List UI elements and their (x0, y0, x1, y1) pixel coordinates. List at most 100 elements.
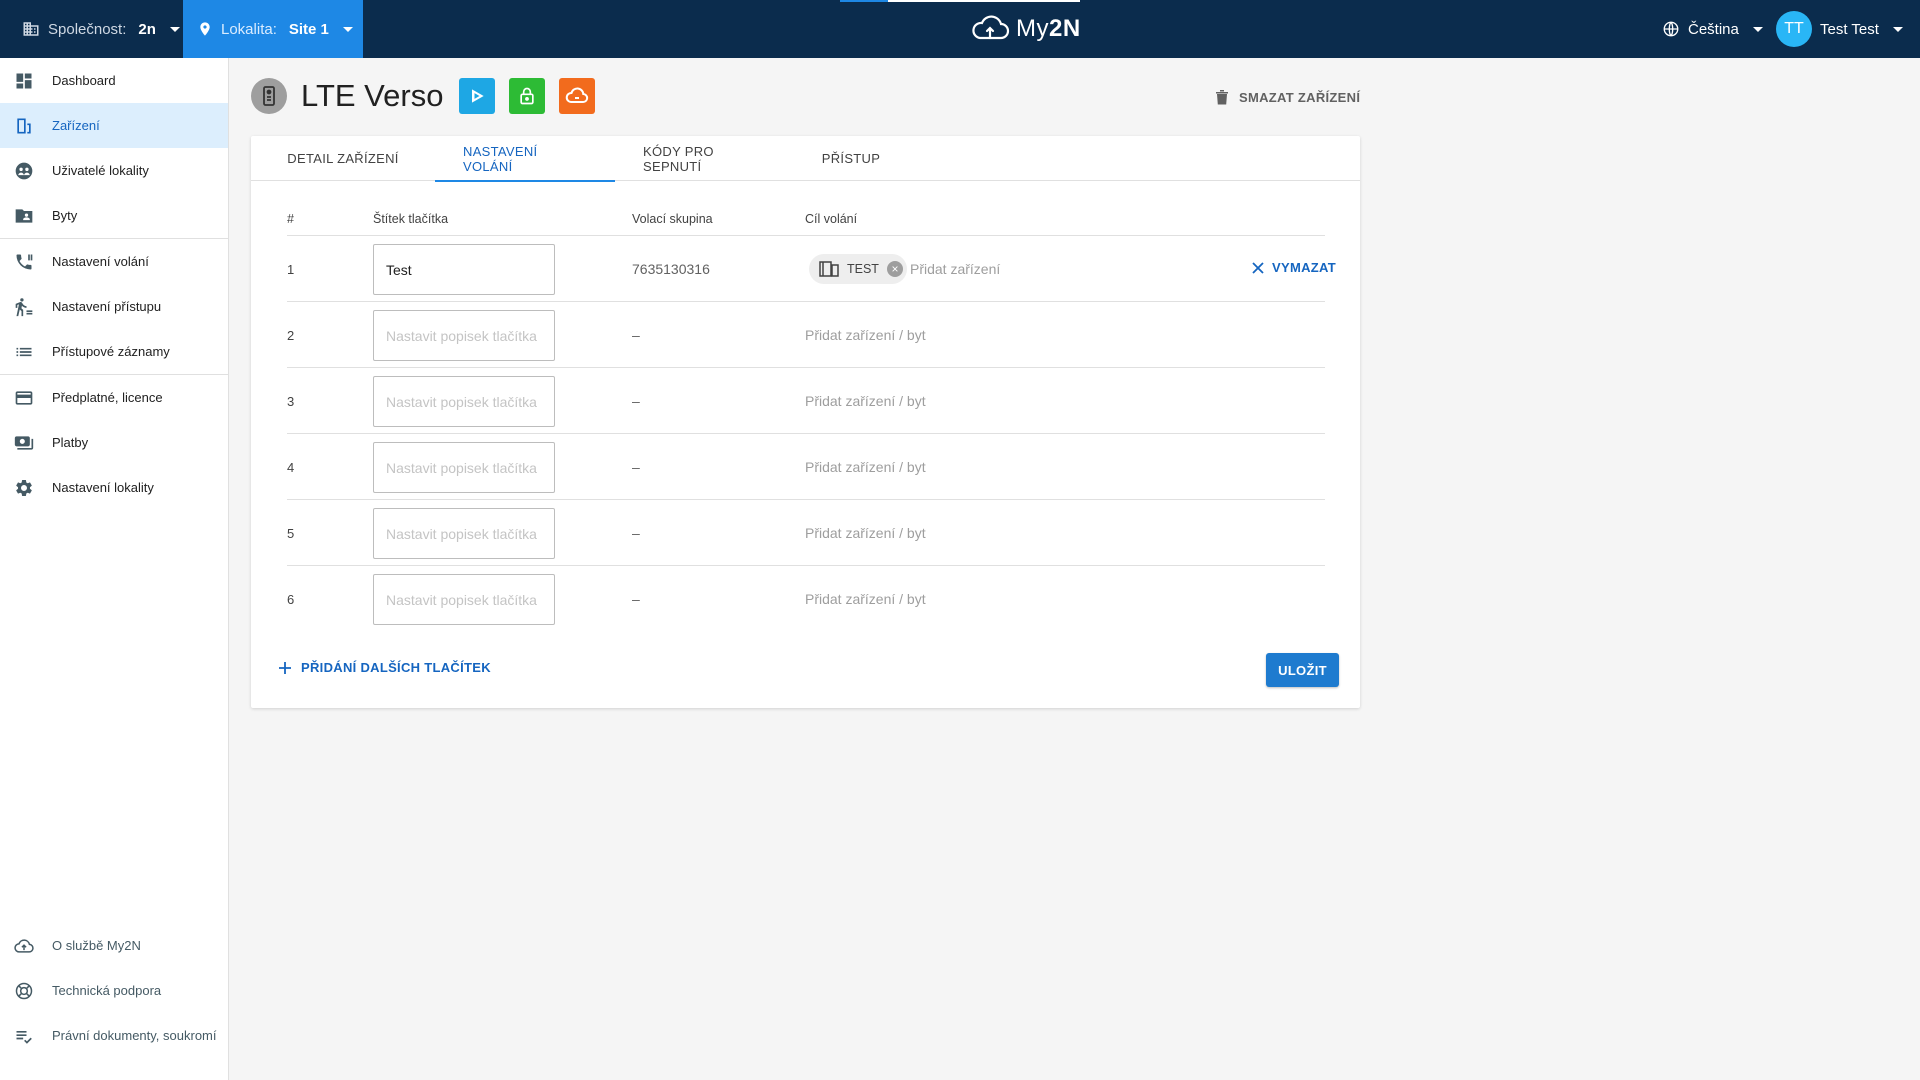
page-header: LTE Verso (251, 78, 596, 114)
call-group-value: – (632, 591, 640, 607)
loading-bar-segment (840, 0, 888, 2)
device-chip[interactable]: TEST × (809, 254, 907, 284)
apartments-icon (15, 208, 33, 223)
sidebar-item-call-settings[interactable]: Nastavení volání (0, 239, 228, 284)
company-label: Společnost: (48, 20, 127, 38)
cloud-icon (566, 87, 589, 103)
cloud-logo-icon (972, 15, 1010, 40)
table-row: 2 – Přidat zařízení / byt (287, 302, 1325, 368)
lock-icon (520, 87, 535, 105)
legal-icon (16, 1030, 32, 1044)
add-more-label: PŘIDÁNÍ DALŠÍCH TLAČÍTEK (301, 660, 491, 675)
device-chip-label: TEST (847, 262, 879, 276)
button-label-input[interactable] (373, 508, 555, 559)
remove-chip-icon[interactable]: × (886, 261, 903, 277)
call-group-value: – (632, 393, 640, 409)
language-label: Čeština (1688, 20, 1739, 38)
add-target-input[interactable]: Přidat zařízení / byt (805, 393, 926, 409)
save-button[interactable]: ULOŽIT (1266, 653, 1339, 687)
user-menu[interactable]: TT Test Test (1776, 0, 1903, 58)
table-row: 5 – Přidat zařízení / byt (287, 500, 1325, 566)
tab-device-detail[interactable]: DETAIL ZAŘÍZENÍ (251, 136, 435, 181)
language-selector[interactable]: Čeština (1662, 0, 1763, 58)
button-label-input[interactable] (373, 442, 555, 493)
sidebar-item-label: Předplatné, licence (52, 390, 163, 405)
sidebar-item-access-settings[interactable]: Nastavení přístupu (0, 284, 228, 329)
status-badge-lock[interactable] (509, 78, 546, 114)
site-selector[interactable]: Lokalita: Site 1 (183, 0, 363, 58)
dashboard-icon (16, 73, 32, 88)
sidebar-item-label: Nastavení volání (52, 254, 149, 269)
tab-access[interactable]: PŘÍSTUP (793, 136, 909, 181)
add-target-input[interactable]: Přidat zařízení / byt (805, 459, 926, 475)
sidebar-item-label: Platby (52, 435, 89, 450)
sidebar-item-access-logs[interactable]: Přístupové záznamy (0, 329, 228, 374)
sidebar-item-support[interactable]: Technická podpora (0, 968, 229, 1013)
clear-button-label: VYMAZAT (1272, 260, 1336, 275)
logo-text-2n: 2N (1049, 15, 1081, 42)
company-value: 2n (138, 20, 156, 38)
sidebar-item-label: O službě My2N (52, 938, 141, 953)
add-target-input[interactable]: Přidat zařízení / byt (805, 525, 926, 541)
sidebar-item-label: Zařízení (52, 118, 100, 133)
table-row: 4 – Přidat zařízení / byt (287, 434, 1325, 500)
sidebar-item-about[interactable]: O službě My2N (0, 923, 229, 968)
row-number: 5 (287, 526, 295, 541)
cloud-icon (14, 938, 34, 953)
button-label-input[interactable] (373, 244, 555, 295)
tab-call-settings[interactable]: NASTAVENÍ VOLÁNÍ (435, 136, 615, 182)
sidebar-item-dashboard[interactable]: Dashboard (0, 58, 228, 103)
tab-bar: DETAIL ZAŘÍZENÍ NASTAVENÍ VOLÁNÍ KÓDY PR… (251, 136, 1360, 182)
sidebar-item-devices[interactable]: Zařízení (0, 103, 228, 148)
building-icon (23, 22, 39, 36)
row-number: 2 (287, 328, 295, 343)
add-device-input[interactable]: Přidat zařízení (910, 261, 1000, 277)
sidebar-item-apartments[interactable]: Byty (0, 193, 228, 238)
row-number: 6 (287, 592, 295, 607)
top-bar: Společnost: 2n Lokalita: Site 1 My2N Češ… (0, 0, 1920, 58)
page-title: LTE Verso (301, 78, 444, 113)
status-badge-cloud[interactable] (559, 78, 596, 114)
my2n-logo[interactable]: My2N (970, 0, 1081, 58)
sidebar-item-payments[interactable]: Platby (0, 420, 228, 465)
phone-settings-icon (16, 254, 33, 269)
chevron-down-icon (342, 26, 353, 32)
clear-button[interactable]: VYMAZAT (1252, 260, 1336, 275)
card-icon (15, 390, 33, 405)
button-label-input[interactable] (373, 376, 555, 427)
sidebar-item-label: Nastavení lokality (52, 480, 154, 495)
company-selector[interactable]: Společnost: 2n (0, 0, 183, 58)
payments-icon (14, 435, 34, 450)
sidebar-item-label: Uživatelé lokality (52, 163, 149, 178)
tab-switch-codes[interactable]: KÓDY PRO SEPNUTÍ (615, 136, 793, 181)
sidebar-item-legal[interactable]: Právní dokumenty, soukromí (0, 1013, 229, 1058)
table-row: 6 – Přidat zařízení / byt (287, 566, 1325, 632)
add-more-buttons-button[interactable]: PŘIDÁNÍ DALŠÍCH TLAČÍTEK (279, 660, 491, 675)
delete-device-label: SMAZAT ZAŘÍZENÍ (1239, 89, 1361, 105)
col-header-group: Volací skupina (632, 212, 713, 226)
sidebar-item-label: Právní dokumenty, soukromí (52, 1028, 217, 1043)
sidebar-item-site-users[interactable]: Uživatelé lokality (0, 148, 228, 193)
sidebar-item-label: Technická podpora (52, 983, 162, 998)
add-target-input[interactable]: Přidat zařízení / byt (805, 327, 926, 343)
close-icon (1252, 261, 1264, 274)
sidebar-item-site-settings[interactable]: Nastavení lokality (0, 465, 228, 510)
sidebar-item-label: Přístupové záznamy (52, 344, 170, 359)
row-number: 3 (287, 394, 295, 409)
button-label-input[interactable] (373, 574, 555, 625)
sidebar-item-subscription[interactable]: Předplatné, licence (0, 375, 228, 420)
status-badge-play[interactable] (459, 78, 496, 114)
device-icon (17, 118, 31, 133)
buttons-table: # Štítek tlačítka Volací skupina Cíl vol… (287, 200, 1336, 632)
row-number: 1 (287, 262, 295, 277)
col-header-label: Štítek tlačítka (373, 212, 449, 226)
chevron-down-icon (1752, 26, 1763, 32)
col-header-target: Cíl volání (805, 212, 858, 226)
delete-device-button[interactable]: SMAZAT ZAŘÍZENÍ (1215, 89, 1360, 105)
user-name: Test Test (1820, 20, 1879, 38)
row-number: 4 (287, 460, 295, 475)
button-label-input[interactable] (373, 310, 555, 361)
sidebar-footer: O službě My2N Technická podpora Právní d… (0, 923, 229, 1058)
site-label: Lokalita: (221, 20, 277, 38)
add-target-input[interactable]: Přidat zařízení / byt (805, 591, 926, 607)
